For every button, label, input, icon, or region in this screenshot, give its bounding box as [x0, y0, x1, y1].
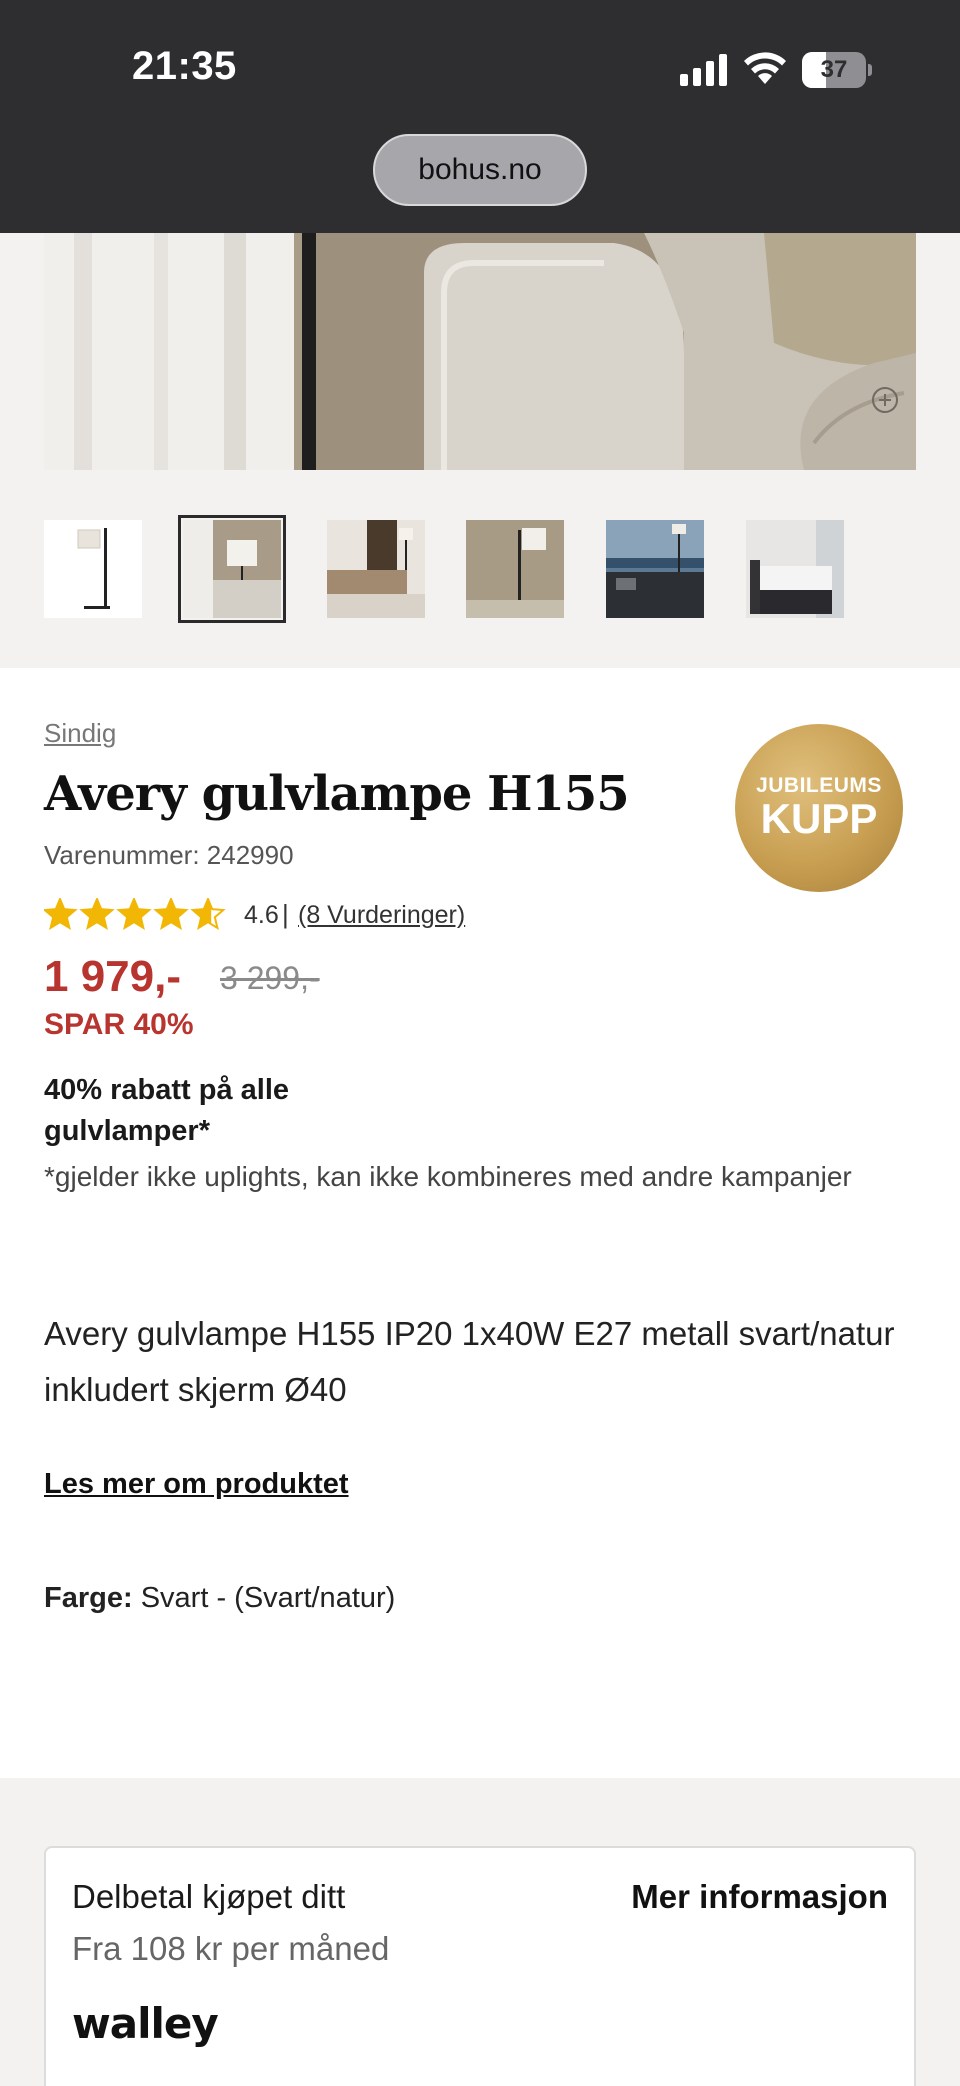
current-price: 1 979,- [44, 952, 181, 1001]
zoom-in-icon[interactable] [870, 385, 900, 415]
product-description: Avery gulvlampe H155 IP20 1x40W E27 meta… [44, 1315, 895, 1408]
product-gallery [0, 233, 960, 668]
star-fill [118, 899, 150, 928]
battery-tip [868, 64, 872, 76]
rating-separator: | [282, 899, 289, 929]
walley-logo-icon: walley [72, 1999, 219, 2048]
thumbnail-bedroom[interactable] [746, 520, 844, 618]
color-value: Svart - (Svart/natur) [140, 1582, 396, 1614]
product-sku: Varenummer: 242990 [44, 840, 294, 870]
hero-image[interactable] [44, 233, 916, 470]
status-time: 21:35 [132, 44, 237, 88]
cellular-signal-icon [680, 54, 727, 86]
hero-photo [44, 233, 916, 470]
original-price: 3 299,- [220, 960, 320, 996]
badge-line2: KUPP [760, 795, 878, 842]
battery-body: 37 [802, 52, 866, 88]
color-row[interactable]: Farge: Svart - (Svart/natur) [44, 1582, 395, 1615]
thumbnail-lamp-white[interactable] [44, 520, 142, 618]
reviews-link[interactable]: (8 Vurderinger) [298, 901, 465, 930]
star-fill [155, 899, 187, 928]
star-rating-icon [44, 898, 226, 931]
more-info-link[interactable]: Mer informasjon [631, 1878, 888, 1916]
thumbnail-lamp-sofa[interactable] [178, 515, 286, 623]
installment-subtitle: Fra 108 kr per måned [72, 1930, 390, 1967]
color-label: Farge: [44, 1582, 133, 1614]
brand-link[interactable]: Sindig [44, 718, 116, 749]
svg-text:walley: walley [72, 1999, 218, 2048]
product-info: Sindig Avery gulvlampe H155 Varenummer: … [0, 668, 960, 1778]
discount-label: SPAR 40% [44, 1008, 194, 1041]
promo-title: 40% rabatt på alle gulvlamper* [44, 1074, 289, 1147]
installment-title: Delbetal kjøpet ditt [72, 1878, 346, 1915]
promo-note: *gjelder ikke uplights, kan ikke kombine… [44, 1161, 852, 1192]
star-fill [44, 899, 76, 928]
star-fill [81, 899, 113, 928]
wifi-icon [744, 52, 786, 84]
jubilee-deal-badge: JUBILEUMS KUPP [735, 724, 903, 892]
battery-percentage: 37 [820, 56, 848, 83]
rating-value: 4.6 [244, 901, 279, 929]
payment-section: Delbetal kjøpet ditt Fra 108 kr per måne… [0, 1778, 960, 2086]
thumbnail-lamp-wall[interactable] [466, 520, 564, 618]
battery-indicator: 37 [802, 52, 872, 88]
status-bar: 21:35 37 bohus.no [0, 0, 960, 233]
thumbnail-sofa-window[interactable] [606, 520, 704, 618]
product-title: Avery gulvlampe H155 [44, 766, 630, 822]
installment-card[interactable]: Delbetal kjøpet ditt Fra 108 kr per måne… [44, 1846, 916, 2086]
address-bar[interactable]: bohus.no [373, 134, 587, 206]
read-more-link[interactable]: Les mer om produktet [44, 1468, 349, 1501]
thumbnail-living-room[interactable] [327, 520, 425, 618]
